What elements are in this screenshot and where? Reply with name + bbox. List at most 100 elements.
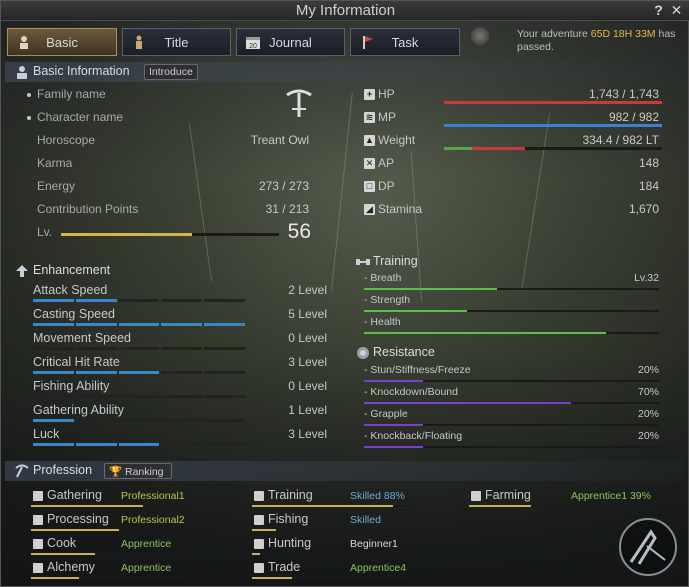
profession-icon xyxy=(254,539,264,549)
stamina-label: Stamina xyxy=(378,202,423,216)
enhancement-segment xyxy=(33,323,74,326)
enhancement-segment xyxy=(161,395,203,398)
tab-basic[interactable]: Basic xyxy=(7,28,117,56)
resistance-fill xyxy=(364,402,571,404)
guild-emblem-icon xyxy=(286,89,312,117)
enhancement-segment xyxy=(33,419,74,422)
resistance-name: - Stun/Stiffness/Freeze xyxy=(364,364,471,376)
ap-label: AP xyxy=(378,156,395,170)
resistance-bar xyxy=(364,380,659,382)
tab-label: Title xyxy=(164,35,189,50)
resistance-name: - Grapple xyxy=(364,408,408,420)
profession-progress-fill xyxy=(469,505,532,507)
profession-title: Profession xyxy=(33,463,93,477)
profession-progress-bar xyxy=(252,553,412,555)
tab-task[interactable]: Task xyxy=(350,28,460,56)
shield-icon xyxy=(357,347,369,359)
enhancement-segment xyxy=(118,395,160,398)
profession-name: Gathering xyxy=(47,488,102,502)
ranking-button[interactable]: 🏆 Ranking xyxy=(104,463,172,479)
enhancement-segment xyxy=(161,419,203,422)
resistance-value: 20% xyxy=(637,430,659,442)
enhancement-title: Enhancement xyxy=(33,263,111,277)
tab-title[interactable]: Title xyxy=(122,28,231,56)
introduce-label: Introduce xyxy=(149,66,193,78)
family-name-label: Family name xyxy=(37,87,106,101)
resistance-value: 70% xyxy=(637,386,659,398)
training-bar xyxy=(364,332,659,334)
character-name-label: Character name xyxy=(37,110,124,124)
enhancement-segment xyxy=(161,443,203,446)
enhancement-segment xyxy=(75,371,117,374)
introduce-button[interactable]: Introduce xyxy=(144,64,198,80)
weight-fill-red xyxy=(472,147,525,150)
profession-progress-fill xyxy=(252,529,276,531)
hp-icon: + xyxy=(364,89,375,100)
level-progress-fill xyxy=(61,233,192,236)
weight-fill-green xyxy=(444,147,473,150)
enhancement-bar xyxy=(33,395,245,398)
profession-progress-fill xyxy=(252,505,393,507)
training-bar xyxy=(364,310,659,312)
pickaxe-icon xyxy=(15,464,29,478)
training-title: Training xyxy=(373,254,418,268)
profession-progress-fill xyxy=(252,577,292,579)
profession-progress-bar xyxy=(252,529,412,531)
enhancement-segment xyxy=(75,419,117,422)
enhancement-name: Luck xyxy=(33,427,60,441)
profession-rank: Skilled xyxy=(350,514,381,526)
enhancement-segment xyxy=(33,371,74,374)
window-title: My Information xyxy=(295,2,396,19)
ap-value: 148 xyxy=(638,156,659,170)
profession-name: Trade xyxy=(268,560,301,574)
enhancement-bar xyxy=(33,419,245,422)
help-button[interactable]: ? xyxy=(651,3,666,18)
enhancement-level: 2 Level xyxy=(288,283,327,297)
enhancement-segment xyxy=(204,419,245,422)
person-icon xyxy=(17,66,27,79)
enhancement-level: 5 Level xyxy=(288,307,327,321)
mp-value: 982 / 982 xyxy=(608,110,659,124)
enhancement-name: Fishing Ability xyxy=(33,379,110,393)
training-fill xyxy=(364,310,468,312)
tab-journal[interactable]: 20 Journal xyxy=(236,28,345,56)
enhancement-segment xyxy=(161,299,203,302)
profession-icon xyxy=(254,491,264,501)
background-grass xyxy=(410,151,422,302)
enhancement-segment xyxy=(33,347,74,350)
enhancement-segment xyxy=(204,443,245,446)
enhancement-segment xyxy=(33,395,74,398)
enhancement-bar xyxy=(33,443,245,446)
enhancement-segment xyxy=(204,347,245,350)
dp-value: 184 xyxy=(638,179,659,193)
hp-fill xyxy=(444,101,662,104)
enhancement-segment xyxy=(161,371,203,374)
profession-progress-bar xyxy=(31,553,191,555)
adventure-time: Your adventure 65D 18H 33M has passed. xyxy=(517,28,687,54)
ap-icon: ✕ xyxy=(364,158,375,169)
game-logo-icon xyxy=(619,518,677,576)
enhancement-level: 1 Level xyxy=(288,403,327,417)
profession-rank: Professional1 xyxy=(121,490,185,502)
enhancement-bar xyxy=(33,347,245,350)
enhancement-segment xyxy=(204,395,245,398)
training-bar xyxy=(364,288,659,290)
mp-icon: ≋ xyxy=(364,112,375,123)
profession-name: Training xyxy=(268,488,313,502)
profession-progress-fill xyxy=(31,577,79,579)
profession-name: Cook xyxy=(47,536,77,550)
tab-label: Basic xyxy=(46,35,78,50)
horoscope-value: Treant Owl xyxy=(250,133,309,147)
profession-name: Farming xyxy=(485,488,531,502)
adventure-prefix: Your adventure xyxy=(517,28,588,40)
enhancement-segment xyxy=(118,347,160,350)
profession-rank: Apprentice xyxy=(121,562,172,574)
enhancement-bar xyxy=(33,371,245,374)
enhancement-segment xyxy=(161,323,203,326)
close-button[interactable]: ✕ xyxy=(669,3,684,18)
basic-info-title: Basic Information xyxy=(33,64,130,78)
enhancement-segment xyxy=(75,443,117,446)
ranking-label: Ranking xyxy=(125,466,164,478)
level-progress-bar xyxy=(61,233,279,236)
profession-name: Processing xyxy=(47,512,109,526)
